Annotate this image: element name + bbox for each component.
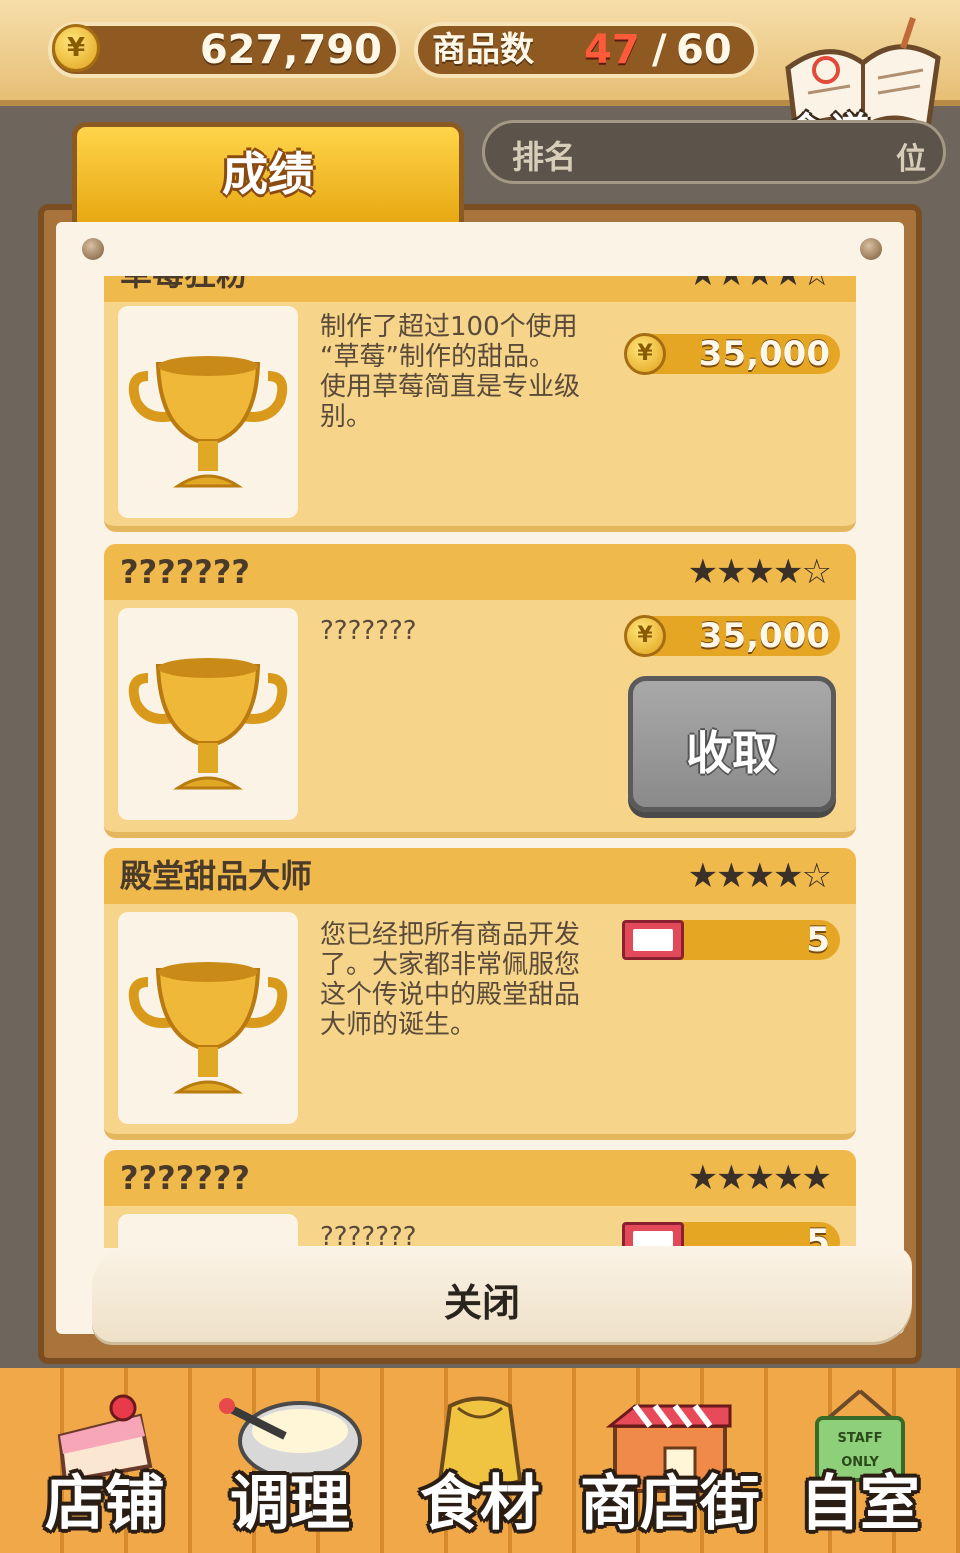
nav-my-room-label: 自室 — [800, 1469, 920, 1539]
item-count-separator: / — [652, 27, 667, 73]
ticket-icon — [622, 1222, 684, 1248]
reward-amount: 5 — [806, 920, 830, 960]
achievement-stars: ★★★★★ — [687, 1158, 832, 1198]
coin-icon: ¥ — [624, 333, 666, 375]
close-button-label[interactable]: 关闭 — [92, 1272, 872, 1327]
nav-ingredients[interactable]: 食材 — [395, 1378, 565, 1548]
achievement-description: ??????? — [320, 616, 417, 646]
nav-ingredients-label: 食材 — [420, 1469, 540, 1539]
achievement-title: 殿堂甜品大师 — [120, 857, 313, 895]
tab-results-label: 成绩 — [222, 147, 314, 201]
achievement-header: 殿堂甜品大师 ★★★★☆ — [104, 848, 856, 904]
nav-shopping-street[interactable]: 商店街 — [570, 1378, 770, 1548]
achievement-header: ??????? ★★★★★ — [104, 1150, 856, 1206]
achievement-description: 您已经把所有商品开发 了。大家都非常佩服您 这个传说中的殿堂甜品 大师的诞生。 — [320, 920, 581, 1040]
achievement-list[interactable]: 草莓狂粉 ★★★★☆ 制作了超过100个使用 “草莓”制作的甜品。 使用草莓简直… — [104, 276, 856, 1248]
achievement-description: ??????? — [320, 1222, 417, 1248]
nav-my-room[interactable]: STAFF ONLY 自室 — [780, 1378, 940, 1548]
coin-icon: ¥ — [624, 615, 666, 657]
item-count-current: 47 — [584, 27, 640, 73]
tab-ranking-label: 排名 — [512, 138, 577, 176]
nav-cooking-label: 调理 — [230, 1469, 350, 1539]
pin-right-icon — [860, 238, 882, 260]
pin-left-icon — [82, 238, 104, 260]
coin-icon: ¥ — [52, 24, 100, 72]
trophy-thumbnail — [118, 1214, 298, 1248]
nav-shop-label: 店铺 — [45, 1469, 165, 1539]
achievement-title: ??????? — [120, 553, 250, 591]
nav-shopping-street-label: 商店街 — [580, 1469, 760, 1539]
trophy-icon — [128, 356, 288, 488]
achievement-header: ??????? ★★★★☆ — [104, 544, 856, 600]
trophy-thumbnail — [118, 912, 298, 1124]
claim-button-label: 收取 — [686, 726, 778, 780]
reward-amount: 35,000 — [698, 334, 830, 374]
trophy-thumbnail — [118, 306, 298, 518]
achievement-header: 草莓狂粉 ★★★★☆ — [104, 276, 856, 302]
trophy-icon — [128, 658, 288, 790]
coin-amount: 627,790 — [199, 27, 382, 73]
achievement-title: ??????? — [120, 1159, 250, 1197]
achievement-title: 草莓狂粉 — [120, 276, 248, 296]
svg-text:STAFF: STAFF — [837, 1431, 882, 1446]
ticket-icon — [622, 920, 684, 960]
item-count-total: 60 — [676, 27, 732, 73]
reward-amount: 35,000 — [698, 616, 830, 656]
tab-ranking-suffix: 位 — [896, 142, 926, 177]
achievement-stars: ★★★★☆ — [688, 276, 832, 296]
trophy-thumbnail — [118, 608, 298, 820]
nav-shop[interactable]: 店铺 — [20, 1378, 190, 1548]
achievement-card: 草莓狂粉 ★★★★☆ 制作了超过100个使用 “草莓”制作的甜品。 使用草莓简直… — [104, 276, 856, 532]
achievement-stars: ★★★★☆ — [687, 856, 832, 896]
achievement-card: 殿堂甜品大师 ★★★★☆ 您已经把所有商品开发 了。大家都非常佩服您 这个传说中… — [104, 848, 856, 1140]
item-counter-label: 商品数 — [432, 30, 534, 70]
achievement-stars: ★★★★☆ — [687, 552, 832, 592]
trophy-icon — [128, 962, 288, 1094]
claim-button[interactable]: 收取 — [628, 676, 836, 812]
nav-cooking[interactable]: 调理 — [205, 1378, 375, 1548]
reward-amount: 5 — [806, 1222, 830, 1248]
achievement-card: ??????? ★★★★★ ??????? 5 — [104, 1150, 856, 1248]
achievement-description: 制作了超过100个使用 “草莓”制作的甜品。 使用草莓简直是专业级 别。 — [320, 312, 581, 432]
